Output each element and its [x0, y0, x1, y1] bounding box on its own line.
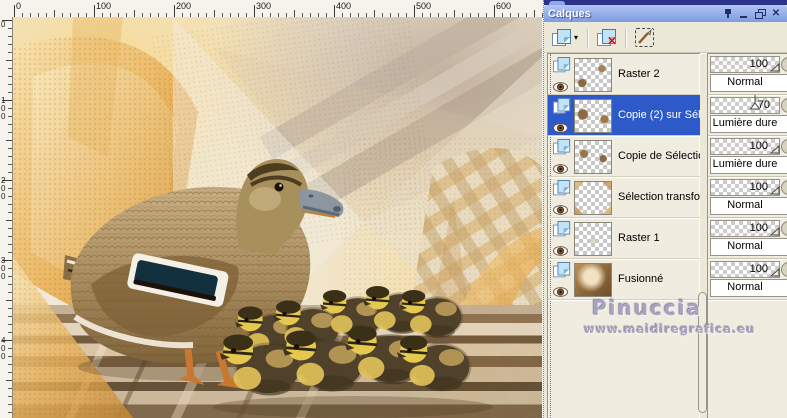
- layer-row-selection-transformee[interactable]: Sélection transforme: [548, 177, 700, 218]
- layer-props-raster-1: 100 Normal►: [708, 218, 787, 259]
- layer-name: Copie de Sélection: [618, 150, 700, 162]
- layer-thumbnail: [574, 99, 612, 133]
- link-toggle-icon[interactable]: [781, 221, 787, 236]
- ruler-label: 100: [1, 96, 6, 121]
- dock-strip: [544, 0, 787, 5]
- opacity-slider[interactable]: 100: [710, 220, 780, 237]
- layer-type-icon: [553, 262, 571, 278]
- new-layer-icon: [552, 29, 571, 46]
- layer-properties-pane: 100 Normal► 70 Lumière dure► 100 Lumière…: [707, 53, 787, 418]
- opacity-slider-handle[interactable]: [770, 63, 780, 72]
- horizontal-ruler[interactable]: 0 100 200 300 400 500 600: [12, 0, 543, 18]
- layer-thumbnail: [574, 140, 612, 174]
- layer-name: Sélection transforme: [618, 191, 700, 203]
- blend-mode-select[interactable]: Normal►: [710, 238, 787, 256]
- opacity-value: 100: [749, 58, 768, 70]
- layer-row-fusionne[interactable]: Fusionné: [548, 259, 700, 300]
- link-toggle-icon[interactable]: [781, 180, 787, 195]
- opacity-slider[interactable]: 100: [710, 179, 780, 196]
- opacity-slider[interactable]: 70: [710, 95, 780, 114]
- restore-button[interactable]: [753, 7, 767, 20]
- ruler-label: 400: [1, 336, 6, 361]
- layer-thumbnail: [574, 222, 612, 256]
- minimize-button[interactable]: [737, 7, 751, 20]
- close-icon: ✕: [771, 8, 781, 19]
- palette-title: Calques: [548, 7, 591, 20]
- ruler-label: 0: [1, 20, 6, 29]
- minimize-icon: [740, 16, 747, 18]
- ruler-label: 200: [1, 176, 6, 201]
- layer-props-raster-2: 100 Normal►: [708, 54, 787, 95]
- blend-mode-select[interactable]: Lumière dure►: [710, 115, 787, 133]
- layer-type-icon: [553, 221, 571, 237]
- ruler-label: 0: [16, 1, 22, 11]
- layer-type-icon: [553, 139, 571, 155]
- opacity-slider[interactable]: 100: [710, 261, 780, 278]
- layer-list: Raster 2 Copie (2) sur Sélect Copie de S…: [547, 53, 700, 418]
- link-toggle-icon[interactable]: [781, 98, 787, 113]
- layer-thumbnail: [574, 263, 612, 297]
- ruler-label: 600: [496, 1, 512, 11]
- ruler-label: 300: [1, 256, 6, 281]
- edit-selection-icon: [635, 28, 655, 47]
- ruler-label: 300: [256, 1, 272, 11]
- blend-mode-select[interactable]: Normal►: [710, 279, 787, 297]
- toolbar-separator: [587, 27, 589, 48]
- opacity-value: 100: [749, 222, 768, 234]
- layer-row-raster-1[interactable]: Raster 1: [548, 218, 700, 259]
- pin-button[interactable]: [721, 7, 735, 20]
- layer-type-icon: [553, 57, 571, 73]
- duck-artwork: [13, 17, 542, 418]
- ruler-label: 200: [176, 1, 192, 11]
- layer-row-copie-2-sur-selection[interactable]: Copie (2) sur Sélect: [548, 95, 700, 136]
- delete-layer-button[interactable]: ✕: [593, 26, 620, 50]
- opacity-slider[interactable]: 100: [710, 56, 780, 73]
- opacity-value: 100: [749, 181, 768, 193]
- layer-name: Raster 2: [618, 68, 660, 80]
- layer-name: Fusionné: [618, 273, 664, 285]
- layer-props-selection-transformee: 100 Normal►: [708, 177, 787, 218]
- link-toggle-icon[interactable]: [781, 262, 787, 277]
- delete-layer-icon: ✕: [597, 29, 618, 48]
- layers-toolbar: ▾ ✕: [544, 22, 787, 53]
- opacity-slider-handle[interactable]: [770, 227, 780, 236]
- ruler-label: 100: [96, 1, 112, 11]
- ruler-label: 400: [336, 1, 352, 11]
- blend-mode-select[interactable]: Normal►: [710, 74, 787, 92]
- image-canvas[interactable]: [12, 17, 542, 418]
- delete-x-icon: ✕: [606, 34, 618, 48]
- layer-thumbnail: [574, 181, 612, 215]
- ruler-label: 500: [416, 1, 432, 11]
- layer-thumbnail: [574, 58, 612, 92]
- blend-mode-select[interactable]: Lumière dure►: [710, 156, 787, 174]
- opacity-slider-handle[interactable]: [770, 186, 780, 195]
- new-layer-button[interactable]: ▾: [548, 26, 582, 50]
- layer-props-copie-de-selection: 100 Lumière dure►: [708, 136, 787, 177]
- layers-palette: Calques ✕ ▾ ✕ Raster 2 Copie (2) sur Sél…: [543, 0, 787, 418]
- layer-type-icon: [553, 180, 571, 196]
- link-toggle-icon[interactable]: [781, 139, 787, 154]
- layer-props-copie-2-sur-selection: 70 Lumière dure►: [708, 95, 787, 136]
- visibility-eye-icon[interactable]: [553, 284, 568, 302]
- layer-type-icon: [553, 98, 571, 114]
- opacity-slider-handle[interactable]: [770, 268, 780, 277]
- palette-titlebar[interactable]: Calques ✕: [544, 5, 787, 22]
- opacity-slider-handle[interactable]: [770, 145, 780, 154]
- layer-name: Raster 1: [618, 232, 660, 244]
- link-toggle-icon[interactable]: [781, 57, 787, 72]
- layer-row-raster-2[interactable]: Raster 2: [548, 54, 700, 95]
- document-area: 0 100 200 300 400 500 600 0 100 200 300 …: [0, 0, 543, 418]
- opacity-slider[interactable]: 100: [710, 138, 780, 155]
- opacity-value: 100: [749, 263, 768, 275]
- layer-name: Copie (2) sur Sélect: [618, 109, 700, 121]
- opacity-slider-handle[interactable]: [749, 95, 761, 111]
- blend-mode-select[interactable]: Normal►: [710, 197, 787, 215]
- toolbar-separator: [625, 27, 627, 48]
- layer-row-copie-de-selection[interactable]: Copie de Sélection: [548, 136, 700, 177]
- layer-props-fusionne: 100 Normal►: [708, 259, 787, 300]
- edit-selection-button[interactable]: [631, 26, 658, 50]
- close-button[interactable]: ✕: [769, 7, 783, 20]
- chevron-down-icon[interactable]: ▾: [574, 33, 578, 42]
- opacity-value: 100: [749, 140, 768, 152]
